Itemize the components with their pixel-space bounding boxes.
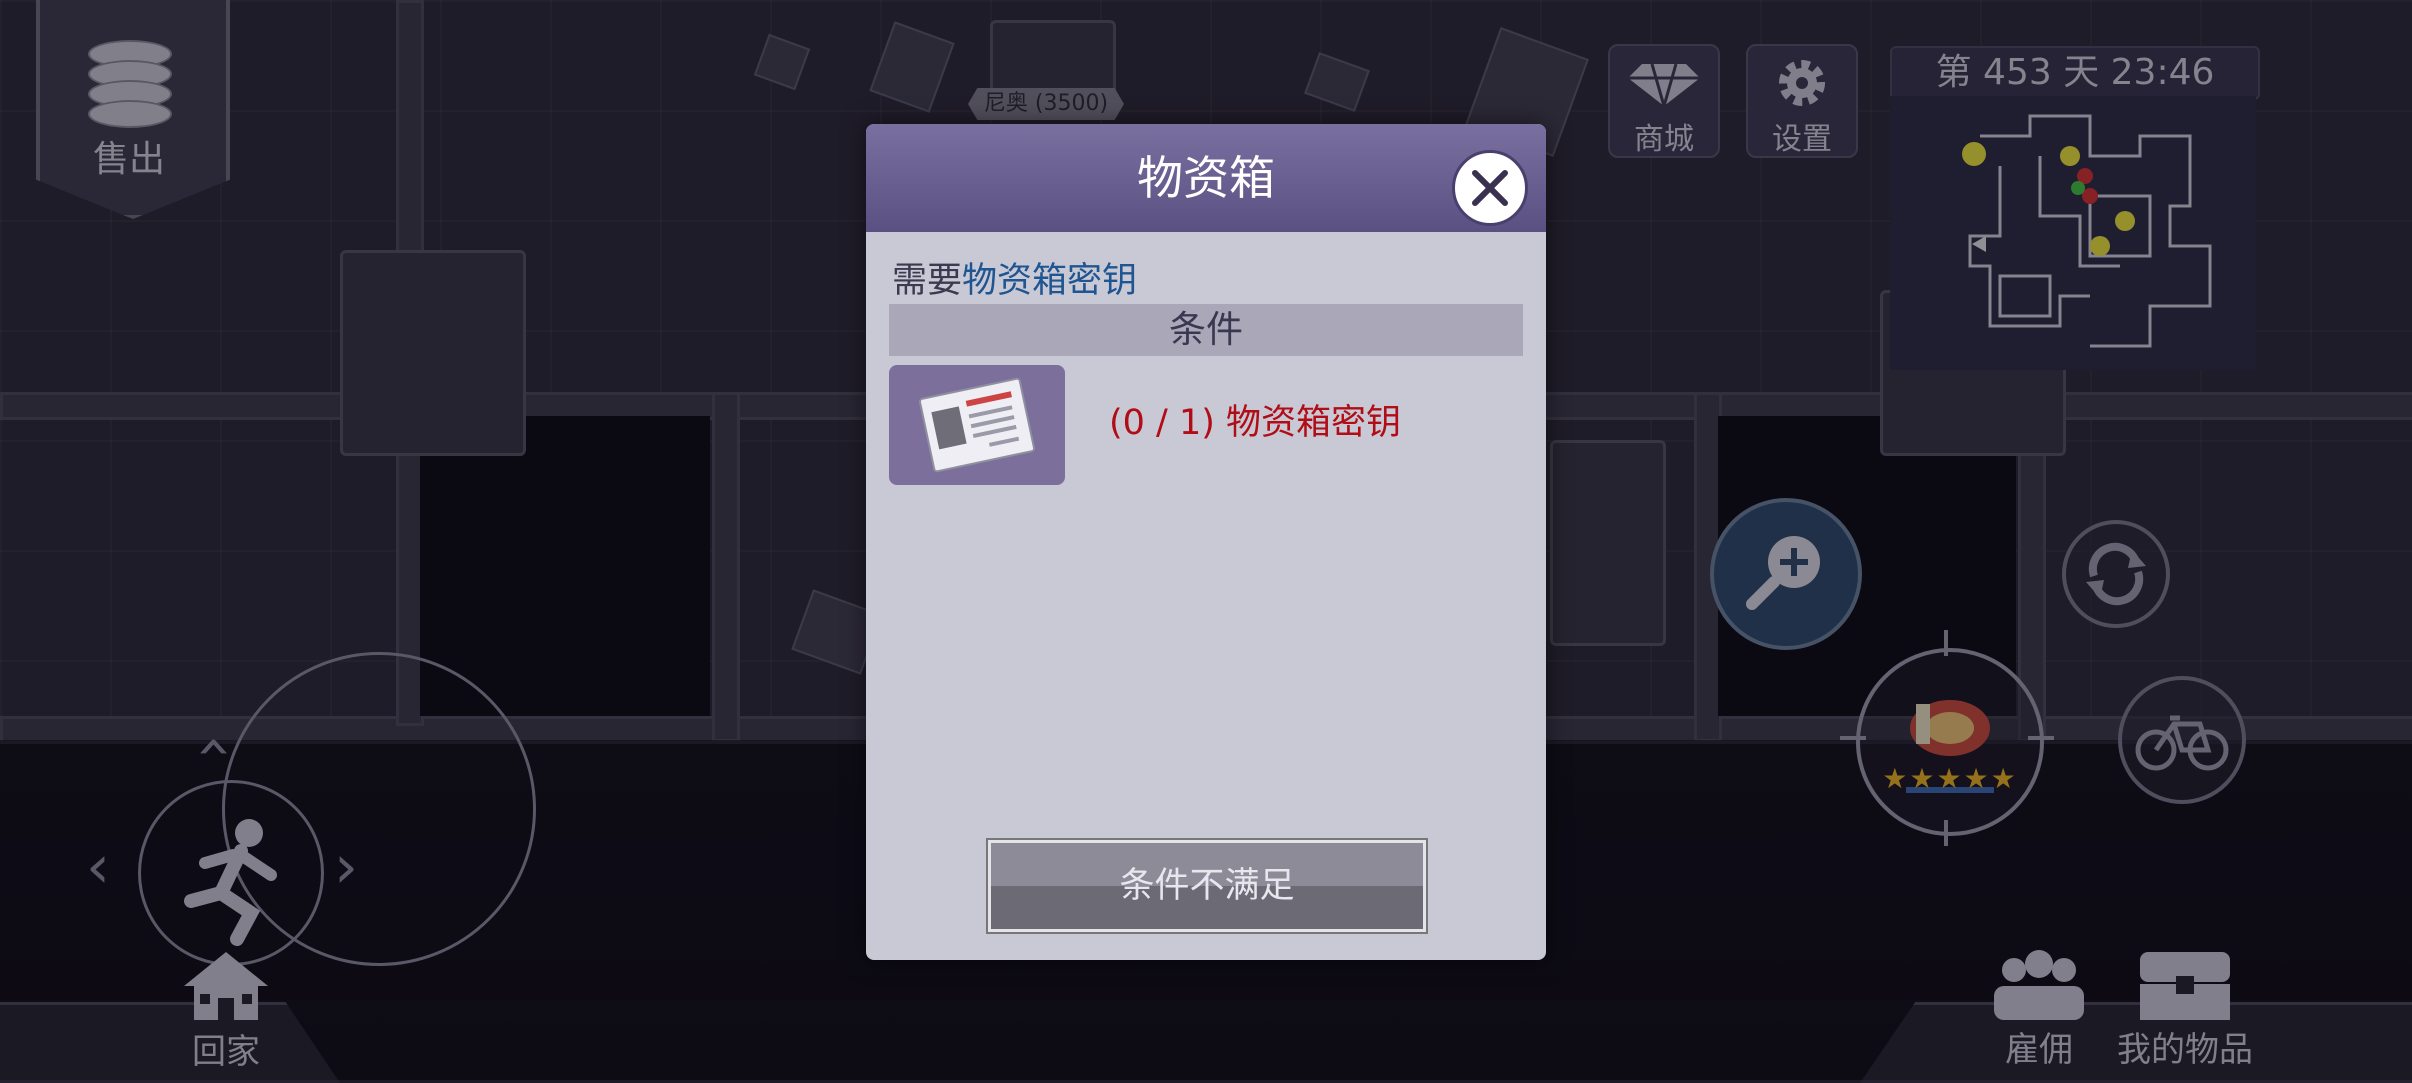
close-icon	[1472, 170, 1508, 206]
condition-progress-text: (0 / 1) 物资箱密钥	[1109, 403, 1402, 443]
supply-crate-dialog: 物资箱 需要物资箱密钥 条件 (0 / 1) 物资箱密钥 条件不满足	[866, 124, 1546, 960]
conditions-header: 条件	[889, 304, 1523, 356]
requirement-line: 需要物资箱密钥	[892, 252, 1137, 303]
conditions-not-met-button[interactable]: 条件不满足	[986, 838, 1428, 934]
close-button[interactable]	[1452, 150, 1528, 226]
requirement-item: 物资箱密钥	[962, 261, 1138, 301]
requirement-prefix: 需要	[892, 261, 963, 301]
dialog-title: 物资箱	[1137, 151, 1275, 205]
condition-item-slot[interactable]	[889, 365, 1065, 485]
id-card-icon	[918, 377, 1036, 473]
